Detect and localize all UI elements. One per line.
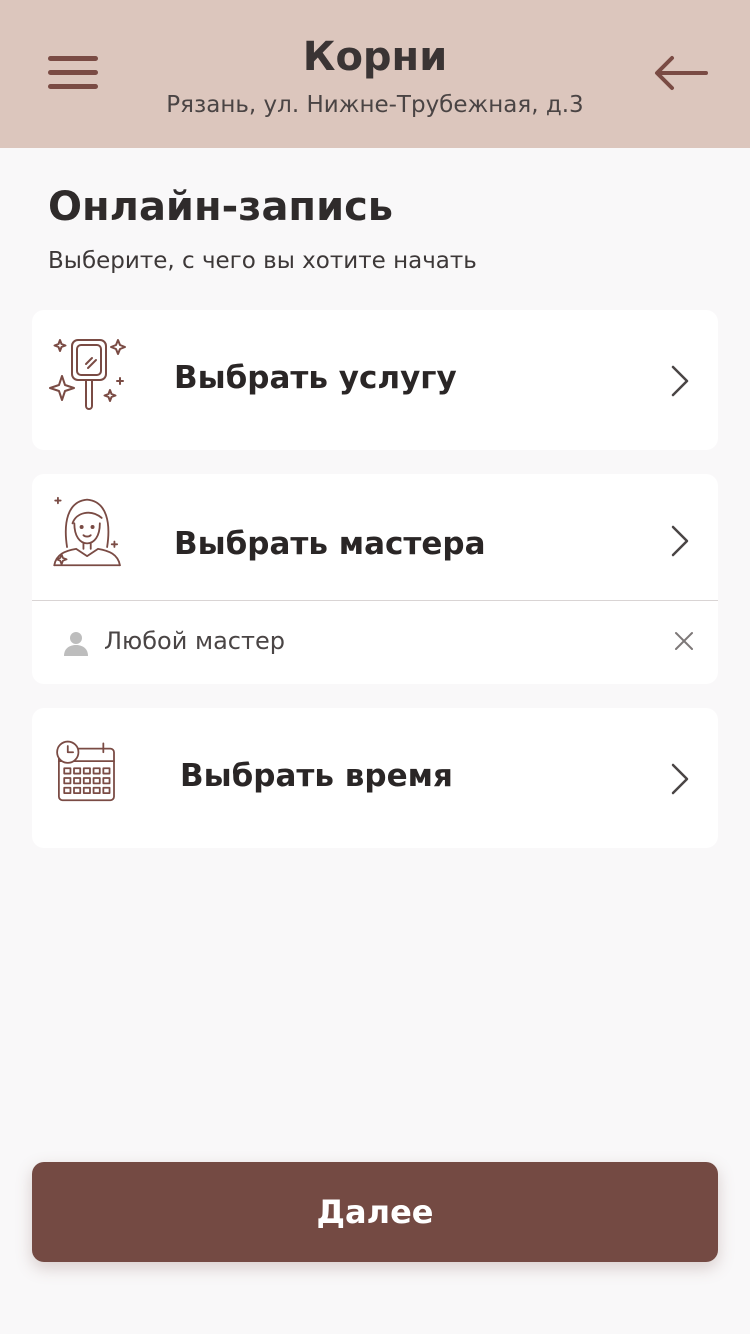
salon-address: Рязань, ул. Нижне-Трубежная, д.3	[166, 92, 584, 118]
master-label: Выбрать мастера	[174, 526, 486, 562]
service-card[interactable]: Выбрать услугу	[32, 310, 718, 450]
selected-master-label: Любой мастер	[104, 627, 285, 655]
chevron-right-icon	[671, 365, 689, 397]
hamburger-menu-icon	[48, 84, 98, 89]
person-icon	[64, 632, 88, 656]
next-button[interactable]: Далее	[32, 1162, 718, 1262]
master-row[interactable]: Выбрать мастера	[32, 474, 718, 600]
chevron-right-icon	[671, 525, 689, 557]
time-card[interactable]: Выбрать время	[32, 708, 718, 848]
master-card: Выбрать мастера Любой мастер	[32, 474, 718, 684]
page-title: Онлайн-запись	[48, 184, 394, 230]
app-header: Корни Рязань, ул. Нижне-Трубежная, д.3	[0, 0, 750, 148]
arrow-left-icon	[655, 56, 708, 90]
service-label: Выбрать услугу	[174, 360, 457, 396]
hand-mirror-sparkles-icon	[49, 339, 126, 410]
salon-title: Корни	[302, 34, 448, 80]
chevron-right-icon	[671, 763, 689, 795]
calendar-clock-icon	[56, 740, 115, 802]
page-subtitle: Выберите, с чего вы хотите начать	[48, 248, 477, 274]
back-button[interactable]	[650, 50, 712, 96]
time-row[interactable]: Выбрать время	[32, 708, 718, 848]
woman-master-icon	[53, 496, 121, 567]
selected-master-row[interactable]: Любой мастер	[32, 601, 718, 684]
time-label: Выбрать время	[180, 758, 453, 794]
service-row[interactable]: Выбрать услугу	[32, 310, 718, 450]
close-icon[interactable]	[672, 629, 696, 653]
